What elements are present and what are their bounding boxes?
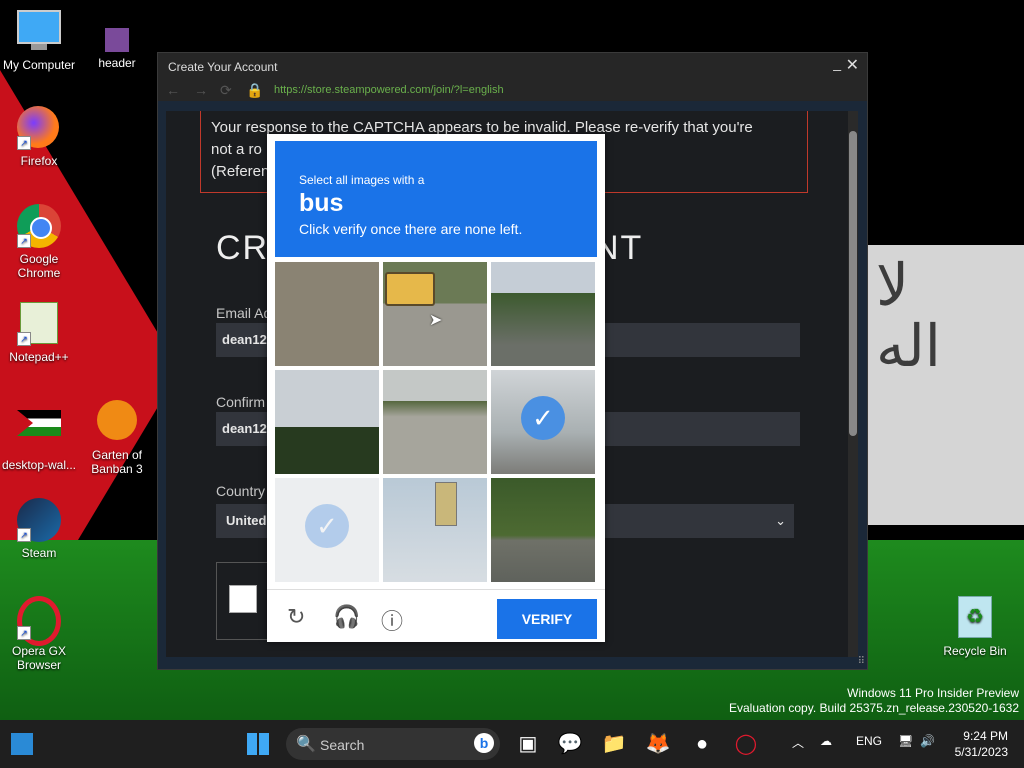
bing-icon: b — [474, 733, 494, 753]
notepadpp-icon: ↗ — [17, 302, 61, 346]
url-text[interactable]: https://store.steampowered.com/join/?l=e… — [274, 84, 504, 96]
volume-icon[interactable]: 🔊 — [920, 734, 935, 748]
mouse-cursor-icon: ➤ — [429, 312, 443, 329]
resize-grip-icon[interactable]: ⠿ — [858, 656, 865, 667]
chevron-up-icon[interactable]: ︿ — [792, 734, 804, 751]
info-icon[interactable]: ⓘ — [381, 604, 403, 636]
verify-button[interactable]: VERIFY — [497, 599, 597, 639]
checkmark-icon: ✓ — [305, 504, 349, 548]
window-titlebar[interactable]: Create Your Account _ ✕ — [158, 53, 867, 79]
back-arrow-icon[interactable]: ← — [166, 82, 180, 98]
desktop-icon-steam[interactable]: ↗ Steam — [0, 498, 78, 560]
desktop-icon-garten-of-banban[interactable]: Garten of Banban 3 — [78, 400, 156, 476]
headphones-icon[interactable]: 🎧 — [333, 604, 360, 630]
bus-image — [385, 272, 435, 306]
navigation-bar: ← → ⟳ 🔒 https://store.steampowered.com/j… — [158, 79, 867, 101]
wallpaper-calligraphy: لا اله — [866, 245, 1024, 525]
close-button[interactable]: ✕ — [846, 55, 859, 75]
opera-icon: ↗ — [17, 596, 61, 646]
cloud-offline-icon[interactable]: ☁ — [820, 734, 832, 748]
captcha-tile[interactable] — [383, 478, 487, 582]
widgets-icon[interactable] — [8, 730, 36, 758]
steam-icon: ↗ — [17, 498, 61, 542]
taskbar: 🔍 Search b ▣ 💬 📁 🦊 ● ◯ ︿ ☁ ENG 🖥 🔊 9:24 … — [0, 720, 1024, 768]
confirm-email-label: Confirm — [216, 394, 266, 410]
clock[interactable]: 9:24 PM 5/31/2023 — [955, 728, 1008, 760]
chrome-icon: ↗ — [17, 204, 61, 248]
captcha-tile[interactable] — [275, 262, 379, 366]
search-icon: 🔍 — [296, 736, 316, 753]
task-view-icon[interactable]: ▣ — [514, 730, 542, 758]
desktop-icon-firefox[interactable]: ↗ Firefox — [0, 106, 78, 168]
captcha-tile[interactable] — [383, 370, 487, 474]
desktop-icon-wallpaper[interactable]: desktop-wal... — [0, 400, 78, 472]
captcha-tile-selected[interactable]: ✓ — [491, 370, 595, 474]
monitor-icon — [17, 10, 61, 54]
recaptcha-checkbox[interactable] — [229, 585, 257, 613]
firefox-icon[interactable]: 🦊 — [644, 730, 672, 758]
lock-icon: 🔒 — [246, 82, 264, 98]
country-label: Country — [216, 483, 266, 499]
image-file-icon — [105, 28, 129, 52]
desktop-icon-chrome[interactable]: ↗ Google Chrome — [0, 204, 78, 280]
minimize-button[interactable]: _ — [833, 55, 841, 71]
captcha-footer: ↻ 🎧 ⓘ VERIFY — [267, 589, 605, 643]
captcha-tile[interactable] — [491, 478, 595, 582]
desktop-icon-opera-gx[interactable]: ↗ Opera GX Browser — [0, 596, 78, 672]
reload-icon[interactable]: ↻ — [287, 604, 305, 630]
forward-arrow-icon[interactable]: → — [194, 82, 208, 98]
desktop-icon-header[interactable]: header — [78, 28, 156, 70]
email-label: Email Ad — [216, 305, 272, 321]
captcha-challenge: Select all images with a bus Click verif… — [267, 134, 605, 642]
captcha-tile-selected[interactable]: ✓ — [275, 478, 379, 582]
os-watermark: Windows 11 Pro Insider Preview Evaluatio… — [729, 686, 1019, 715]
traffic-light-image — [435, 482, 457, 526]
taskbar-search[interactable]: 🔍 Search b — [286, 728, 500, 760]
page-heading-left: CR — [216, 229, 270, 267]
start-button[interactable] — [244, 730, 272, 758]
desktop-icon-recycle-bin[interactable]: ♻ Recycle Bin — [936, 596, 1014, 658]
captcha-tile[interactable]: ➤ — [383, 262, 487, 366]
chrome-icon[interactable]: ● — [688, 730, 716, 758]
network-icon[interactable]: 🖥 — [898, 734, 913, 748]
captcha-header: Select all images with a bus Click verif… — [275, 141, 597, 257]
desktop-icon-notepadpp[interactable]: ↗ Notepad++ — [0, 302, 78, 364]
opera-icon[interactable]: ◯ — [732, 730, 760, 758]
desktop-icon-my-computer[interactable]: My Computer — [0, 10, 78, 72]
captcha-tile[interactable] — [491, 262, 595, 366]
game-icon — [95, 400, 139, 444]
chevron-down-icon: ⌄ — [775, 513, 786, 528]
chat-icon[interactable]: 💬 — [556, 730, 584, 758]
window-title: Create Your Account — [168, 60, 278, 74]
language-indicator[interactable]: ENG — [856, 734, 882, 748]
scrollbar[interactable] — [848, 111, 858, 657]
captcha-target: bus — [299, 189, 344, 217]
captcha-grid: ➤ ✓ ✓ — [275, 262, 597, 582]
firefox-icon: ↗ — [17, 106, 61, 150]
checkmark-icon: ✓ — [521, 396, 565, 440]
image-file-icon — [17, 410, 61, 454]
reload-icon[interactable]: ⟳ — [220, 82, 232, 99]
captcha-tile[interactable] — [275, 370, 379, 474]
recycle-bin-icon: ♻ — [953, 596, 997, 640]
scrollbar-thumb[interactable] — [849, 131, 857, 436]
file-explorer-icon[interactable]: 📁 — [600, 730, 628, 758]
